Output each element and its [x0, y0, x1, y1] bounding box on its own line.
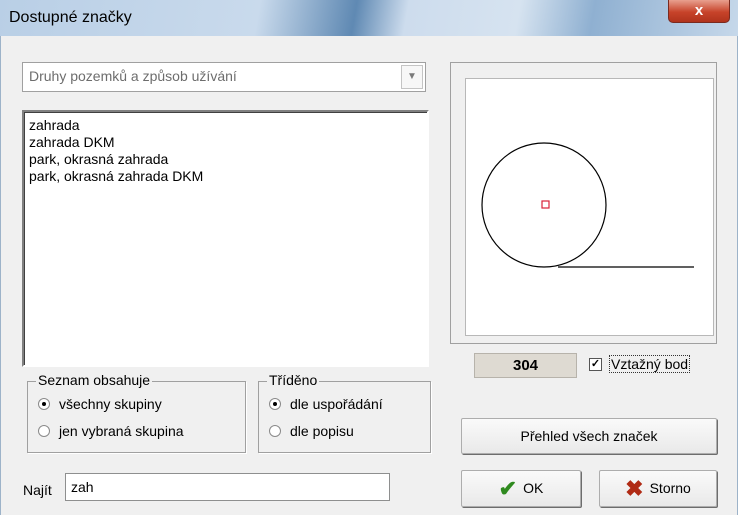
symbol-preview: [465, 78, 714, 336]
list-item[interactable]: park, okrasná zahrada DKM: [29, 168, 427, 185]
search-input[interactable]: [65, 473, 390, 501]
symbol-circle: [481, 142, 607, 268]
title-bar: Dostupné značky x: [0, 0, 738, 36]
sorted-group: Tříděno dle uspořádání dle popisu: [258, 372, 431, 453]
close-button[interactable]: x: [668, 0, 730, 23]
chevron-down-icon[interactable]: ▼: [401, 65, 423, 89]
category-select-value: Druhy pozemků a způsob užívání: [29, 68, 237, 84]
overview-button-label: Přehled všech značek: [520, 428, 658, 444]
category-select[interactable]: Druhy pozemků a způsob užívání ▼: [22, 62, 426, 92]
cancel-icon: ✖: [625, 476, 644, 501]
cancel-button[interactable]: ✖ Storno: [599, 470, 717, 507]
list-contains-group: Seznam obsahuje všechny skupiny jen vybr…: [27, 372, 246, 453]
sorted-label: Tříděno: [267, 372, 320, 388]
radio-all-groups[interactable]: všechny skupiny: [38, 396, 162, 412]
radio-by-description[interactable]: dle popisu: [269, 423, 354, 439]
window-title: Dostupné značky: [9, 9, 132, 26]
ok-button[interactable]: ✔ OK: [461, 470, 581, 507]
radio-button[interactable]: [269, 398, 281, 410]
list-item[interactable]: park, okrasná zahrada: [29, 151, 427, 168]
ok-button-label: OK: [523, 480, 544, 496]
search-label: Najít: [23, 482, 52, 498]
reference-point-checkbox[interactable]: ✓ Vztažný bod: [589, 355, 691, 373]
radio-all-groups-label: všechny skupiny: [59, 396, 162, 412]
checkbox[interactable]: ✓: [589, 357, 602, 371]
radio-button[interactable]: [38, 398, 50, 410]
checkmark-icon: ✔: [498, 476, 518, 501]
close-icon: x: [694, 2, 704, 19]
radio-by-description-label: dle popisu: [290, 423, 354, 439]
radio-selected-group-label: jen vybraná skupina: [59, 423, 184, 439]
list-item[interactable]: zahrada DKM: [29, 134, 427, 151]
radio-by-order[interactable]: dle uspořádání: [269, 396, 383, 412]
reference-point-marker: [541, 200, 550, 209]
list-item[interactable]: zahrada: [29, 117, 427, 134]
overview-button[interactable]: Přehled všech značek: [461, 418, 717, 454]
radio-button[interactable]: [38, 425, 50, 437]
symbol-preview-svg: [481, 142, 694, 268]
cancel-button-label: Storno: [649, 480, 691, 496]
list-contains-label: Seznam obsahuje: [36, 372, 153, 388]
radio-selected-group[interactable]: jen vybraná skupina: [38, 423, 184, 439]
symbol-number: 304: [474, 353, 577, 378]
radio-button[interactable]: [269, 425, 281, 437]
radio-by-order-label: dle uspořádání: [290, 396, 383, 412]
reference-point-label: Vztažný bod: [609, 355, 691, 373]
symbol-list[interactable]: zahrada zahrada DKM park, okrasná zahrad…: [22, 110, 429, 367]
